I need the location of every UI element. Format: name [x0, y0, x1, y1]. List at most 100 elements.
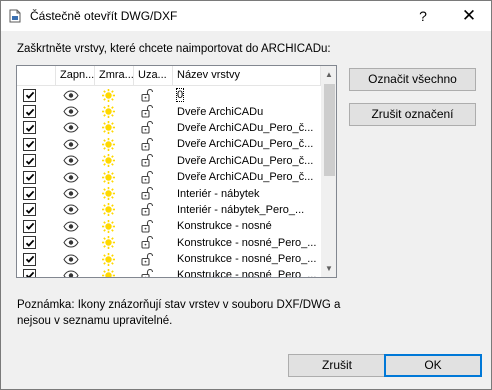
- layer-checkbox[interactable]: [23, 137, 36, 151]
- layer-list[interactable]: Zapn... Zmra... Uza... Název vrstvy 0 Dve…: [16, 65, 337, 278]
- layer-cell-unlock-icon: [134, 218, 173, 234]
- layer-cell-eye-icon: [56, 120, 95, 136]
- eye-icon: [63, 106, 79, 117]
- sun-icon: [102, 268, 115, 277]
- column-header-freeze[interactable]: Zmra...: [95, 66, 134, 86]
- ok-button[interactable]: OK: [384, 354, 482, 377]
- scroll-thumb[interactable]: [324, 84, 335, 176]
- layer-row[interactable]: Dveře ArchiCADu_Pero_č...: [17, 153, 321, 169]
- unlock-icon: [141, 105, 153, 118]
- sun-icon: [102, 187, 115, 201]
- layer-row[interactable]: Dveře ArchiCADu: [17, 103, 321, 119]
- sun-icon: [102, 203, 115, 217]
- title-bar: Částečně otevřít DWG/DXF ? ✕: [1, 1, 491, 31]
- cancel-button[interactable]: Zrušit: [288, 354, 386, 377]
- layer-cell-sun-icon: [95, 153, 134, 169]
- vertical-scrollbar[interactable]: ▲ ▼: [321, 66, 336, 277]
- layer-checkbox[interactable]: [23, 154, 36, 168]
- unlock-icon: [141, 219, 153, 233]
- column-header-layer-name[interactable]: Název vrstvy: [173, 66, 321, 86]
- mark-all-button[interactable]: Označit všechno: [349, 68, 476, 91]
- layer-cell-unlock-icon: [134, 120, 173, 136]
- unlock-icon: [141, 252, 153, 266]
- layer-row[interactable]: Interiér - nábytek: [17, 185, 321, 201]
- column-header-check[interactable]: [17, 66, 56, 86]
- layer-row[interactable]: Dveře ArchiCADu_Pero_č...: [17, 136, 321, 152]
- layer-checkbox[interactable]: [23, 105, 36, 119]
- layer-checkbox[interactable]: [23, 236, 36, 250]
- layer-row[interactable]: Interiér - nábytek_Pero_...: [17, 202, 321, 218]
- sun-icon: [102, 137, 115, 151]
- layer-cell-eye-icon: [56, 87, 95, 103]
- layer-checkbox[interactable]: [23, 121, 36, 135]
- layer-row[interactable]: Konstrukce - nosné_Pero_...: [17, 235, 321, 251]
- sun-icon: [102, 105, 115, 119]
- layer-checkbox[interactable]: [23, 203, 36, 217]
- scroll-up-arrow-icon[interactable]: ▲: [321, 66, 336, 83]
- layer-cell-eye-icon: [56, 153, 95, 169]
- unmark-button[interactable]: Zrušit označení: [349, 103, 476, 126]
- layer-cell-unlock-icon: [134, 136, 173, 152]
- layer-checkbox[interactable]: [23, 88, 36, 102]
- layer-checkbox[interactable]: [23, 170, 36, 184]
- layer-name: Konstrukce - nosné_Pero_...: [177, 269, 317, 278]
- unlock-icon: [141, 203, 153, 216]
- column-header-lock[interactable]: Uza...: [134, 66, 173, 86]
- help-button[interactable]: ?: [408, 1, 438, 31]
- layer-row[interactable]: Dveře ArchiCADu_Pero_č...: [17, 169, 321, 185]
- layer-cell-eye-icon: [56, 169, 95, 185]
- layer-cell-eye-icon: [56, 202, 95, 218]
- layer-name: 0: [175, 88, 185, 103]
- layer-row[interactable]: Konstrukce - nosné: [17, 218, 321, 234]
- layer-cell-check: [17, 169, 56, 185]
- layer-cell-sun-icon: [95, 251, 134, 267]
- window-title: Částečně otevřít DWG/DXF: [30, 9, 178, 23]
- eye-icon: [63, 188, 79, 199]
- eye-icon: [63, 172, 79, 183]
- unlock-icon: [141, 268, 153, 277]
- layer-cell-sun-icon: [95, 218, 134, 234]
- layer-cell-check: [17, 87, 56, 103]
- layer-name: Dveře ArchiCADu_Pero_č...: [177, 121, 314, 134]
- unlock-icon: [141, 154, 153, 167]
- instruction-label: Zaškrtněte vrstvy, které chcete naimport…: [17, 43, 331, 55]
- layer-name: Konstrukce - nosné_Pero_...: [177, 253, 317, 266]
- layer-row[interactable]: 0: [17, 87, 321, 103]
- layer-cell-eye-icon: [56, 104, 95, 120]
- layer-cell-sun-icon: [95, 104, 134, 120]
- layer-cell-name: Interiér - nábytek_Pero_...: [173, 202, 321, 218]
- close-button[interactable]: ✕: [454, 1, 484, 31]
- layer-cell-unlock-icon: [134, 251, 173, 267]
- scroll-down-arrow-icon[interactable]: ▼: [321, 260, 336, 277]
- layer-cell-check: [17, 251, 56, 267]
- layer-row[interactable]: Dveře ArchiCADu_Pero_č...: [17, 120, 321, 136]
- layer-cell-eye-icon: [56, 218, 95, 234]
- column-header-on[interactable]: Zapn...: [56, 66, 95, 86]
- layer-name: Dveře ArchiCADu: [177, 105, 264, 118]
- unlock-icon: [141, 170, 153, 184]
- layer-checkbox[interactable]: [23, 219, 36, 233]
- sun-icon: [102, 121, 115, 135]
- sun-icon: [102, 219, 115, 233]
- layer-row[interactable]: Konstrukce - nosné_Pero_...: [17, 251, 321, 267]
- layer-cell-eye-icon: [56, 267, 95, 277]
- layer-cell-unlock-icon: [134, 235, 173, 251]
- layer-checkbox[interactable]: [23, 187, 36, 201]
- layer-checkbox[interactable]: [23, 252, 36, 266]
- eye-icon: [63, 122, 79, 133]
- layer-row[interactable]: Konstrukce - nosné_Pero_...: [17, 267, 321, 278]
- layer-cell-unlock-icon: [134, 87, 173, 103]
- layer-cell-sun-icon: [95, 267, 134, 277]
- layer-cell-sun-icon: [95, 235, 134, 251]
- sun-icon: [102, 154, 115, 168]
- eye-icon: [63, 90, 79, 101]
- layer-cell-check: [17, 120, 56, 136]
- layer-checkbox[interactable]: [23, 268, 36, 277]
- unlock-icon: [141, 121, 153, 135]
- unlock-icon: [141, 88, 153, 102]
- unlock-icon: [141, 137, 153, 151]
- layer-cell-name: Konstrukce - nosné_Pero_...: [173, 235, 321, 251]
- dwg-file-icon: [8, 9, 22, 23]
- layer-cell-check: [17, 153, 56, 169]
- sun-icon: [102, 88, 115, 102]
